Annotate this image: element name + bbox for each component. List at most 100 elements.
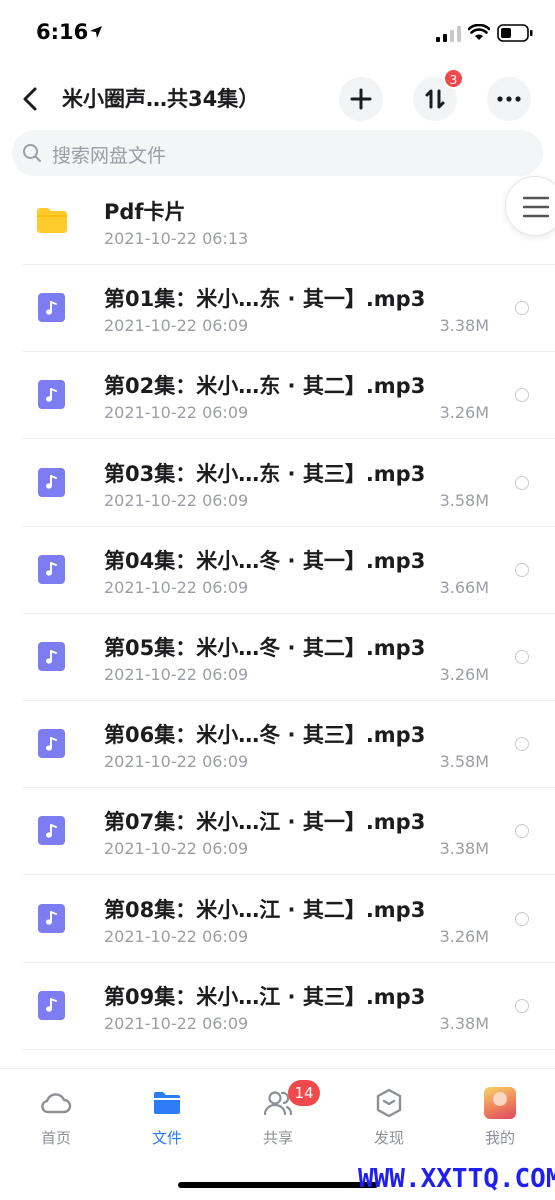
- tab-label-files: 文件: [151, 1129, 182, 1147]
- more-button[interactable]: [487, 77, 531, 121]
- transfer-badge: 3: [443, 68, 464, 89]
- audio-file-icon: [38, 554, 65, 584]
- file-size: 3.38M: [439, 839, 489, 859]
- file-date: 2021-10-22 06:09: [104, 665, 249, 684]
- file-row[interactable]: 第02集：米小…东 · 其二】.mp3 2021-10-22 06:09 3.26M: [0, 352, 555, 440]
- audio-file-icon: [38, 642, 65, 671]
- watermark: WWW.XXTTQ.COM: [358, 1164, 555, 1194]
- select-radio[interactable]: [515, 562, 529, 577]
- file-name: 第02集：米小…东 · 其二】.mp3: [104, 374, 426, 399]
- file-date: 2021-10-22 06:09: [104, 752, 249, 772]
- transfer-arrows-icon: [425, 89, 445, 109]
- music-note-icon: [45, 911, 57, 925]
- file-row[interactable]: 第01集：米小…东 · 其一】.mp3 2021-10-22 06:09 3.38M: [0, 265, 555, 353]
- file-row[interactable]: 第09集：米小…江 · 其三】.mp3 2021-10-22 06:09 3.38M: [0, 963, 555, 1050]
- tab-label-home: 首页: [40, 1129, 71, 1147]
- file-name: 第07集：米小…江 · 其一】.mp3: [104, 810, 426, 835]
- status-bar: 6:16: [0, 0, 555, 64]
- file-date: 2021-10-22 06:13: [104, 229, 249, 248]
- file-row[interactable]: 第03集：米小…东 · 其三】.mp3 2021-10-22 06:09 3.58M: [0, 440, 555, 527]
- file-name: 第03集：米小…东 · 其三】.mp3: [104, 461, 426, 486]
- tab-label-share: 共享: [262, 1129, 293, 1147]
- search-input[interactable]: 搜索网盘文件: [12, 130, 543, 176]
- file-row[interactable]: 第05集：米小…冬 · 其二】.mp3 2021-10-22 06:09 3.26M: [0, 614, 555, 701]
- music-note-icon: [45, 736, 57, 751]
- audio-file-icon: [38, 380, 65, 410]
- tab-label-discover: 发现: [373, 1129, 404, 1147]
- music-note-icon: [45, 387, 57, 402]
- tab-discover[interactable]: 发现: [354, 1087, 424, 1157]
- music-note-icon: [45, 475, 57, 489]
- audio-file-icon: [38, 293, 65, 323]
- file-row[interactable]: 第04集：米小…冬 · 其一】.mp3 2021-10-22 06:09 3.66M: [0, 527, 555, 614]
- folder-row[interactable]: Pdf卡片 2021-10-22 06:13: [0, 178, 555, 265]
- file-name: 第09集：米小…江 · 其三】.mp3: [104, 984, 426, 1009]
- music-note-icon: [45, 300, 57, 315]
- file-date: 2021-10-22 06:09: [104, 577, 249, 597]
- file-size: 3.26M: [439, 403, 489, 423]
- music-note-icon: [45, 562, 57, 576]
- audio-file-icon: [38, 903, 65, 933]
- file-list: Pdf卡片 2021-10-22 06:13 第01集：米小…东 · 其一】.mp3…: [0, 178, 555, 1068]
- file-date: 2021-10-22 06:09: [104, 926, 249, 946]
- audio-file-icon: [38, 467, 65, 497]
- page-title: 米小圈声…共34集）: [62, 87, 260, 111]
- select-radio[interactable]: [515, 911, 529, 926]
- file-name: Pdf卡片: [104, 200, 186, 224]
- file-size: 3.26M: [439, 665, 489, 684]
- file-date: 2021-10-22 06:09: [104, 490, 249, 510]
- tab-mine[interactable]: 我的: [465, 1087, 535, 1157]
- location-arrow-icon: [90, 26, 102, 38]
- cellular-signal-icon: [436, 26, 461, 42]
- music-note-icon: [45, 649, 57, 664]
- audio-file-icon: [38, 990, 65, 1020]
- file-row[interactable]: 第10集：米小…东 · 其一】.mp3: [0, 1050, 555, 1068]
- file-date: 2021-10-22 06:09: [104, 403, 249, 423]
- avatar: [484, 1087, 516, 1119]
- audio-file-icon: [38, 729, 65, 759]
- status-time: 6:16: [36, 20, 89, 44]
- select-radio[interactable]: [515, 998, 529, 1013]
- select-radio[interactable]: [515, 301, 529, 316]
- wifi-icon: [468, 24, 490, 40]
- cloud-icon: [41, 1093, 72, 1114]
- file-date: 2021-10-22 06:09: [104, 839, 249, 859]
- tab-home[interactable]: 首页: [21, 1087, 91, 1157]
- file-size: 3.58M: [439, 490, 489, 510]
- battery-icon: [497, 24, 533, 42]
- file-size: 3.38M: [439, 316, 489, 336]
- back-button[interactable]: [18, 84, 42, 114]
- file-date: 2021-10-22 06:09: [104, 316, 249, 336]
- file-size: 3.26M: [439, 926, 489, 946]
- music-note-icon: [45, 998, 57, 1012]
- tab-label-mine: 我的: [484, 1129, 515, 1147]
- file-name: 第06集：米小…冬 · 其三】.mp3: [104, 723, 426, 748]
- select-radio[interactable]: [515, 475, 529, 490]
- file-name: 第05集：米小…冬 · 其二】.mp3: [104, 636, 426, 660]
- file-name: 第08集：米小…江 · 其二】.mp3: [104, 897, 426, 922]
- select-radio[interactable]: [515, 388, 529, 403]
- more-dots-icon: [497, 96, 521, 102]
- tab-files[interactable]: 文件: [132, 1087, 202, 1157]
- file-name: 第01集：米小…东 · 其一】.mp3: [104, 287, 426, 312]
- menu-lines-icon: [523, 196, 549, 218]
- file-row[interactable]: 第07集：米小…江 · 其一】.mp3 2021-10-22 06:09 3.38M: [0, 788, 555, 876]
- plus-icon: [350, 88, 372, 110]
- select-radio[interactable]: [515, 650, 529, 664]
- audio-file-icon: [38, 816, 65, 846]
- select-radio[interactable]: [515, 824, 529, 839]
- share-badge: 14: [288, 1080, 320, 1106]
- file-row[interactable]: 第06集：米小…冬 · 其三】.mp3 2021-10-22 06:09 3.58M: [0, 701, 555, 789]
- folder-icon: [37, 208, 67, 233]
- add-button[interactable]: [339, 77, 383, 121]
- folder-icon: [154, 1092, 180, 1114]
- select-radio[interactable]: [515, 737, 529, 752]
- file-row[interactable]: 第08集：米小…江 · 其二】.mp3 2021-10-22 06:09 3.26M: [0, 876, 555, 963]
- file-size: 3.66M: [439, 577, 489, 597]
- home-indicator: [178, 1182, 378, 1188]
- file-size: 3.38M: [439, 1013, 489, 1033]
- search-placeholder: 搜索网盘文件: [52, 145, 167, 167]
- nav-bar: 米小圈声…共34集） 3: [0, 64, 555, 130]
- music-note-icon: [45, 823, 57, 838]
- file-date: 2021-10-22 06:09: [104, 1013, 249, 1033]
